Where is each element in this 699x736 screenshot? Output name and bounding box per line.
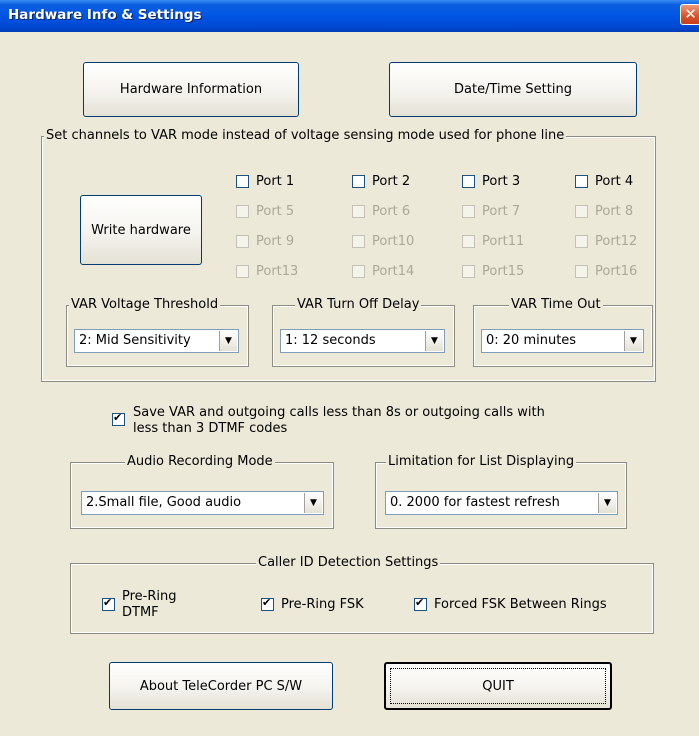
var-time-out-select[interactable]: 0: 20 minutes ▼ [481, 329, 644, 353]
checkbox-box [575, 205, 588, 218]
var-turn-off-delay-select[interactable]: 1: 12 seconds ▼ [280, 329, 445, 353]
caller-id-detection-group: Caller ID Detection Settings Pre-Ring DT… [70, 555, 654, 634]
port-7-checkbox: Port 7 [462, 204, 520, 219]
port-5-checkbox: Port 5 [236, 204, 294, 219]
port-14-checkbox: Port14 [352, 264, 414, 279]
port-16-checkbox: Port16 [575, 264, 637, 279]
checkbox-box [112, 411, 125, 426]
port-9-checkbox: Port 9 [236, 234, 294, 249]
checkbox-box [261, 596, 274, 611]
hardware-information-button[interactable]: Hardware Information [83, 62, 299, 117]
port-4-checkbox[interactable]: Port 4 [575, 174, 633, 189]
port-10-checkbox: Port10 [352, 234, 414, 249]
write-hardware-button[interactable]: Write hardware [80, 195, 202, 265]
audio-recording-mode-legend: Audio Recording Mode [125, 454, 275, 470]
limitation-list-display-select[interactable]: 0. 2000 for fastest refresh ▼ [385, 491, 618, 515]
about-button[interactable]: About TeleCorder PC S/W [109, 662, 333, 710]
checkbox-box [575, 235, 588, 248]
quit-button[interactable]: QUIT [384, 662, 612, 710]
audio-recording-mode-select[interactable]: 2.Small file, Good audio ▼ [81, 491, 324, 515]
var-time-out-group: VAR Time Out 0: 20 minutes ▼ [473, 297, 653, 367]
title-bar: Hardware Info & Settings ✕ [0, 0, 699, 32]
port-1-checkbox[interactable]: Port 1 [236, 174, 294, 189]
port-12-checkbox: Port12 [575, 234, 637, 249]
checkbox-box [236, 265, 249, 278]
port-6-checkbox: Port 6 [352, 204, 410, 219]
port-11-checkbox: Port11 [462, 234, 524, 249]
save-var-label: Save VAR and outgoing calls less than 8s… [133, 405, 545, 436]
checkbox-box [352, 235, 365, 248]
var-voltage-threshold-group: VAR Voltage Threshold 2: Mid Sensitivity… [66, 297, 249, 367]
var-mode-legend: Set channels to VAR mode instead of volt… [44, 128, 567, 144]
window-title: Hardware Info & Settings [8, 7, 202, 23]
caller-id-detection-legend: Caller ID Detection Settings [256, 555, 441, 571]
checkbox-box [236, 175, 249, 188]
checkbox-box [236, 235, 249, 248]
chevron-down-icon[interactable]: ▼ [219, 331, 237, 351]
checkbox-box [414, 596, 427, 611]
port-8-checkbox: Port 8 [575, 204, 633, 219]
checkbox-box [462, 265, 475, 278]
var-mode-group: Set channels to VAR mode instead of volt… [41, 128, 656, 382]
checkbox-box [462, 205, 475, 218]
chevron-down-icon[interactable]: ▼ [425, 331, 443, 351]
var-voltage-threshold-legend: VAR Voltage Threshold [69, 297, 221, 313]
pre-ring-dtmf-label: Pre-Ring DTMF [122, 589, 177, 620]
close-icon[interactable]: ✕ [680, 4, 699, 25]
checkbox-box [462, 235, 475, 248]
checkbox-box [352, 265, 365, 278]
port-15-checkbox: Port15 [462, 264, 524, 279]
chevron-down-icon[interactable]: ▼ [304, 493, 322, 513]
port-2-checkbox[interactable]: Port 2 [352, 174, 410, 189]
var-turn-off-delay-legend: VAR Turn Off Delay [295, 297, 422, 313]
datetime-setting-button[interactable]: Date/Time Setting [389, 62, 637, 117]
pre-ring-fsk-checkbox[interactable]: Pre-Ring FSK [261, 596, 364, 612]
port-3-checkbox[interactable]: Port 3 [462, 174, 520, 189]
var-voltage-threshold-select[interactable]: 2: Mid Sensitivity ▼ [74, 329, 239, 353]
checkbox-box [575, 265, 588, 278]
forced-fsk-checkbox[interactable]: Forced FSK Between Rings [414, 596, 607, 612]
limitation-list-display-legend: Limitation for List Displaying [386, 454, 577, 470]
port-13-checkbox: Port13 [236, 264, 298, 279]
audio-recording-mode-group: Audio Recording Mode 2.Small file, Good … [70, 454, 334, 529]
save-var-checkbox[interactable] [112, 411, 132, 426]
limitation-list-display-group: Limitation for List Displaying 0. 2000 f… [375, 454, 627, 529]
var-turn-off-delay-group: VAR Turn Off Delay 1: 12 seconds ▼ [272, 297, 455, 367]
chevron-down-icon[interactable]: ▼ [624, 331, 642, 351]
chevron-down-icon[interactable]: ▼ [598, 493, 616, 513]
dialog-body: Hardware Information Date/Time Setting S… [4, 32, 695, 736]
var-time-out-legend: VAR Time Out [509, 297, 603, 313]
checkbox-box [462, 175, 475, 188]
checkbox-box [102, 596, 115, 611]
pre-ring-dtmf-checkbox[interactable] [102, 596, 122, 611]
checkbox-box [352, 175, 365, 188]
checkbox-box [575, 175, 588, 188]
checkbox-box [236, 205, 249, 218]
checkbox-box [352, 205, 365, 218]
